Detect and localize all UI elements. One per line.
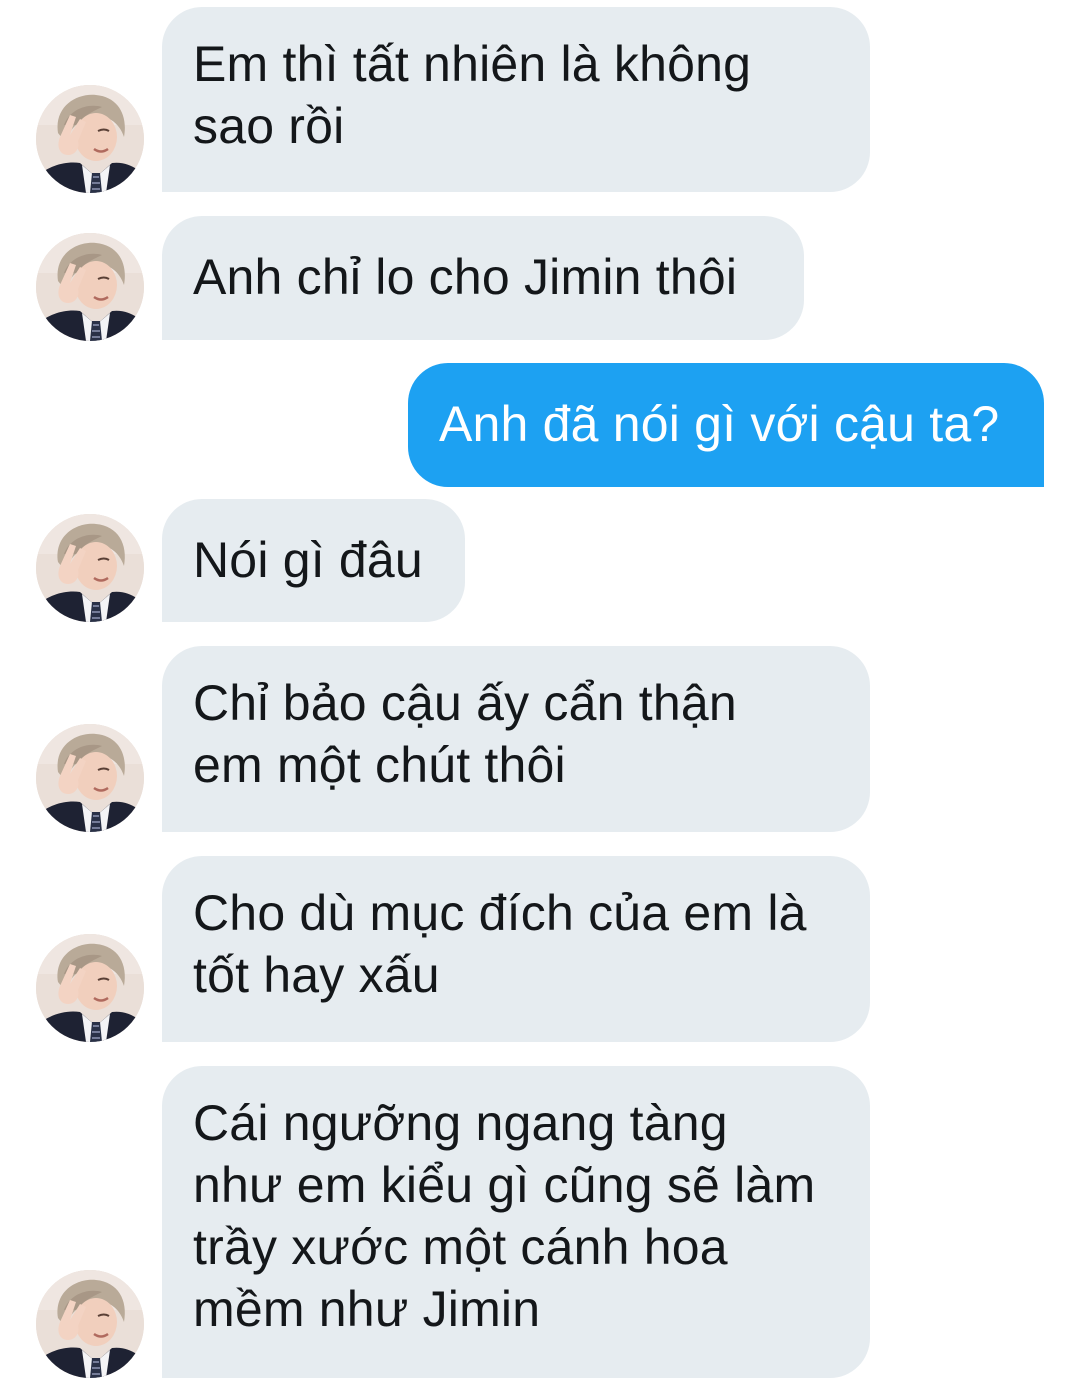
avatar-image bbox=[36, 1270, 144, 1378]
avatar[interactable] bbox=[36, 1270, 144, 1378]
incoming-message-bubble[interactable]: Em thì tất nhiên là không sao rồi bbox=[162, 7, 870, 192]
avatar[interactable] bbox=[36, 85, 144, 193]
avatar-image bbox=[36, 233, 144, 341]
incoming-message-bubble[interactable]: Nói gì đâu bbox=[162, 499, 465, 622]
avatar[interactable] bbox=[36, 233, 144, 341]
avatar[interactable] bbox=[36, 514, 144, 622]
avatar[interactable] bbox=[36, 934, 144, 1042]
avatar-image bbox=[36, 85, 144, 193]
avatar-image bbox=[36, 934, 144, 1042]
avatar-image bbox=[36, 724, 144, 832]
incoming-message-bubble[interactable]: Cho dù mục đích của em là tốt hay xấu bbox=[162, 856, 870, 1042]
avatar[interactable] bbox=[36, 724, 144, 832]
outgoing-message-bubble[interactable]: Anh đã nói gì với cậu ta? bbox=[408, 363, 1044, 487]
incoming-message-bubble[interactable]: Cái ngưỡng ngang tàng như em kiểu gì cũn… bbox=[162, 1066, 870, 1378]
incoming-message-bubble[interactable]: Chỉ bảo cậu ấy cẩn thận em một chút thôi bbox=[162, 646, 870, 832]
avatar-image bbox=[36, 514, 144, 622]
incoming-message-bubble[interactable]: Anh chỉ lo cho Jimin thôi bbox=[162, 216, 804, 340]
